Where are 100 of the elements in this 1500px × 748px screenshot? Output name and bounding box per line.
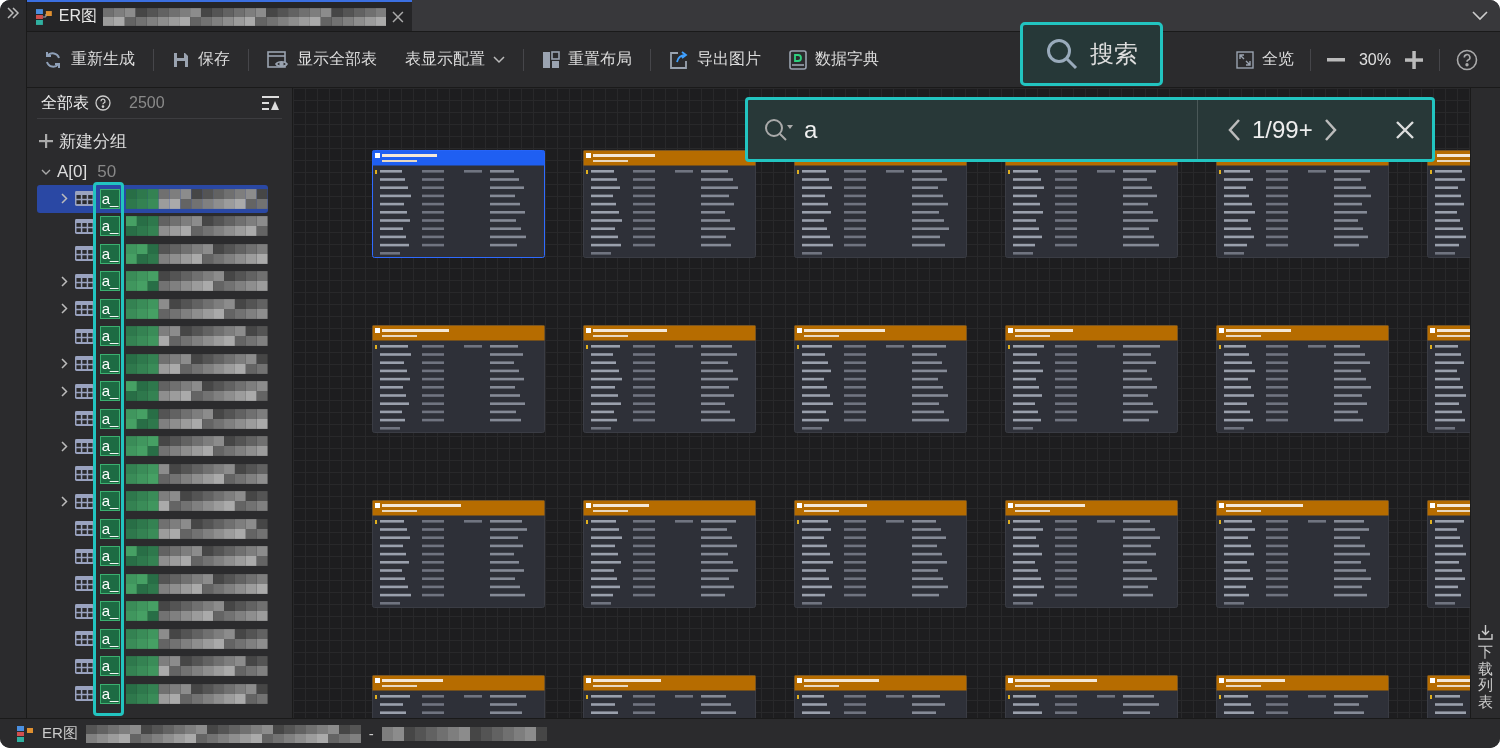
table-list-item[interactable]: a_ — [37, 267, 268, 295]
match-highlight: a_ — [99, 463, 121, 484]
search-input[interactable]: a — [804, 115, 1184, 144]
table-card-drawing[interactable] — [1005, 325, 1178, 433]
chevron-right-icon[interactable] — [61, 275, 68, 287]
table-icon — [74, 218, 94, 234]
match-highlight: a_ — [99, 326, 121, 347]
table-card-drawing[interactable] — [794, 500, 967, 608]
chevron-right-icon[interactable] — [61, 358, 68, 370]
table-list-item[interactable]: a_ — [37, 515, 268, 543]
table-icon — [74, 603, 94, 619]
toolbar-button[interactable]: 重置布局 — [542, 49, 632, 70]
next-icon[interactable] — [1324, 118, 1337, 141]
chevron-right-icon[interactable] — [61, 303, 68, 315]
search-button[interactable]: 搜索 — [1020, 22, 1163, 86]
close-icon[interactable] — [392, 10, 404, 23]
table-list-item[interactable]: a_ — [37, 597, 268, 625]
table-icon — [74, 521, 94, 537]
table-card-drawing[interactable] — [583, 325, 756, 433]
tab-title: ER图 — [58, 6, 98, 26]
refresh-icon — [43, 49, 63, 70]
match-highlight: a_ — [99, 436, 121, 457]
table-list-item[interactable]: a_ — [37, 542, 268, 570]
export-icon — [669, 49, 689, 70]
table-list-item[interactable]: a_ — [37, 377, 268, 405]
match-highlight: a_ — [99, 188, 121, 209]
table-icon — [74, 631, 94, 647]
table-card-drawing[interactable] — [583, 150, 756, 258]
table-list-item[interactable]: a_ — [37, 625, 268, 653]
match-highlight: a_ — [99, 271, 121, 292]
toolbar-button[interactable]: 导出图片 — [669, 49, 761, 70]
table-list-item[interactable]: a_ — [37, 570, 268, 598]
table-icon — [74, 273, 94, 289]
table-list-item[interactable]: a_ — [37, 487, 268, 515]
table-icon — [74, 576, 94, 592]
table-list-item[interactable]: a_ — [37, 240, 268, 268]
group-header[interactable]: A[0] 50 — [37, 159, 292, 185]
table-card-drawing[interactable] — [372, 500, 545, 608]
table-list-item[interactable]: a_ — [37, 322, 268, 350]
help-icon[interactable] — [95, 95, 111, 111]
table-list-item[interactable]: a_ — [37, 680, 268, 708]
chevron-right-icon[interactable] — [61, 440, 68, 452]
help-icon[interactable] — [1456, 48, 1478, 71]
match-highlight: a_ — [99, 518, 121, 539]
table-list-item[interactable]: a_ — [37, 295, 268, 323]
table-icon — [74, 493, 94, 509]
separator-text: - — [368, 725, 374, 742]
chevron-right-icon[interactable] — [61, 385, 68, 397]
zoom-in-icon[interactable] — [1405, 50, 1423, 69]
toolbar-button[interactable]: 保存 — [172, 49, 230, 70]
table-list-item[interactable]: a_ — [37, 652, 268, 680]
table-card-drawing[interactable] — [1005, 500, 1178, 608]
er-logo-icon — [16, 724, 34, 743]
toolbar-button[interactable]: 数据字典 — [789, 49, 879, 70]
table-icon — [74, 191, 94, 207]
table-list-item[interactable]: a_ — [37, 432, 268, 460]
download-icon — [1478, 624, 1493, 640]
fit-view-button[interactable]: 全览 — [1235, 49, 1294, 70]
table-card-drawing[interactable] — [583, 500, 756, 608]
table-card-drawing[interactable] — [372, 150, 545, 258]
zoom-out-icon[interactable] — [1326, 57, 1345, 62]
fit-view-icon — [1235, 50, 1254, 69]
toolbar-button[interactable]: 显示全部表 — [267, 49, 377, 70]
match-highlight: a_ — [99, 628, 121, 649]
table-list-item[interactable]: a_ — [37, 350, 268, 378]
table-list-item[interactable]: a_ — [37, 212, 268, 240]
match-counter: 1/99+ — [1252, 115, 1313, 144]
sort-icon[interactable] — [262, 95, 280, 111]
dropdown-button[interactable]: 表显示配置 — [405, 49, 505, 70]
expand-panel-icon[interactable] — [6, 6, 20, 20]
table-list-item[interactable]: a_ — [37, 185, 268, 213]
toolbar-button[interactable]: 重新生成 — [43, 49, 135, 70]
match-highlight: a_ — [99, 353, 121, 374]
download-list-button[interactable]: 下载列表 — [1478, 624, 1493, 710]
table-card-drawing[interactable] — [372, 325, 545, 433]
table-card-drawing[interactable] — [794, 325, 967, 433]
chevron-right-icon[interactable] — [61, 495, 68, 507]
zoom-level: 30% — [1358, 50, 1391, 69]
table-icon — [74, 658, 94, 674]
match-highlight: a_ — [99, 601, 121, 622]
table-list-item[interactable]: a_ — [37, 405, 268, 433]
table-icon — [74, 246, 94, 262]
table-icon — [74, 466, 94, 482]
match-highlight: a_ — [99, 298, 121, 319]
table-card-drawing[interactable] — [1216, 500, 1389, 608]
match-highlight: a_ — [99, 243, 121, 264]
match-highlight: a_ — [99, 381, 121, 402]
chevron-down-icon[interactable] — [1472, 10, 1488, 21]
new-group-button[interactable]: 新建分组 — [37, 123, 127, 159]
table-card-drawing[interactable] — [1216, 325, 1389, 433]
match-highlight: a_ — [99, 546, 121, 567]
book-icon — [789, 49, 807, 70]
match-highlight: a_ — [99, 656, 121, 677]
table-list-item[interactable]: a_ — [37, 460, 268, 488]
table-count: 2500 — [129, 94, 165, 112]
search-icon[interactable] — [764, 117, 794, 142]
editor-tab[interactable]: ER图 — [27, 0, 412, 31]
chevron-right-icon[interactable] — [61, 193, 68, 205]
previous-icon[interactable] — [1228, 118, 1240, 141]
table-eye-icon — [267, 49, 289, 70]
